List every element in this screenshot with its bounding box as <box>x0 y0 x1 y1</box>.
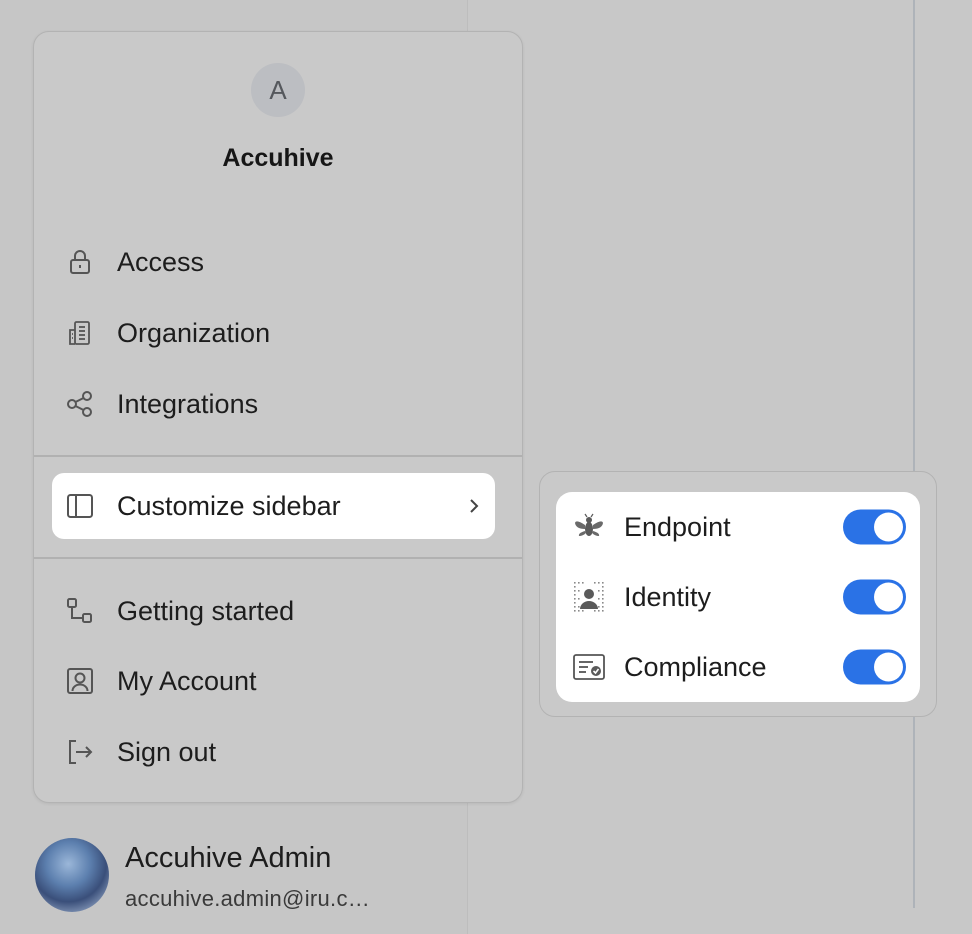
menu-divider <box>34 455 522 457</box>
toggle-list: Endpoint Identity Compliance <box>556 492 920 702</box>
menu-item-label: Getting started <box>117 595 295 626</box>
user-email: accuhive.admin@iru.c… <box>125 886 371 911</box>
compliance-toggle[interactable] <box>843 649 906 685</box>
menu-item-my-account[interactable]: My Account <box>52 653 494 709</box>
account-menu: A Accuhive Access Organization Integrati… <box>33 31 523 803</box>
identity-person-icon <box>571 579 607 615</box>
sidebar-panel-icon <box>65 491 95 521</box>
menu-item-integrations[interactable]: Integrations <box>52 376 494 432</box>
lock-icon <box>65 247 95 277</box>
menu-item-label: Integrations <box>117 388 259 419</box>
menu-item-label: Customize sidebar <box>117 490 341 521</box>
toggle-knob <box>874 652 903 682</box>
menu-item-label: Sign out <box>117 736 217 767</box>
user-name[interactable]: Accuhive Admin <box>125 842 331 875</box>
toggle-row-compliance: Compliance <box>556 632 920 702</box>
menu-item-label: Organization <box>117 317 271 348</box>
bee-icon <box>571 509 607 545</box>
menu-item-access[interactable]: Access <box>52 234 494 290</box>
identity-toggle[interactable] <box>843 579 906 615</box>
org-name: Accuhive <box>222 144 334 172</box>
user-avatar[interactable] <box>35 838 109 912</box>
menu-item-customize-sidebar[interactable]: Customize sidebar <box>52 473 495 539</box>
menu-item-label: Access <box>117 246 205 277</box>
building-icon <box>65 318 95 348</box>
toggle-row-identity: Identity <box>556 562 920 632</box>
menu-item-getting-started[interactable]: Getting started <box>52 583 494 639</box>
user-square-icon <box>65 666 95 696</box>
toggle-row-endpoint: Endpoint <box>556 492 920 562</box>
org-avatar: A <box>251 63 305 117</box>
content-divider <box>913 0 915 908</box>
sign-out-icon <box>65 737 95 767</box>
toggle-knob <box>874 512 903 542</box>
flow-steps-icon <box>65 596 95 626</box>
menu-item-sign-out[interactable]: Sign out <box>52 724 494 780</box>
endpoint-toggle[interactable] <box>843 509 906 545</box>
menu-item-organization[interactable]: Organization <box>52 305 494 361</box>
menu-divider <box>34 557 522 559</box>
chevron-right-icon <box>470 499 479 513</box>
certificate-icon <box>571 649 607 685</box>
share-nodes-icon <box>65 389 95 419</box>
customize-sidebar-submenu: Endpoint Identity Compliance <box>539 471 937 717</box>
menu-item-label: My Account <box>117 665 257 696</box>
toggle-knob <box>874 582 903 612</box>
